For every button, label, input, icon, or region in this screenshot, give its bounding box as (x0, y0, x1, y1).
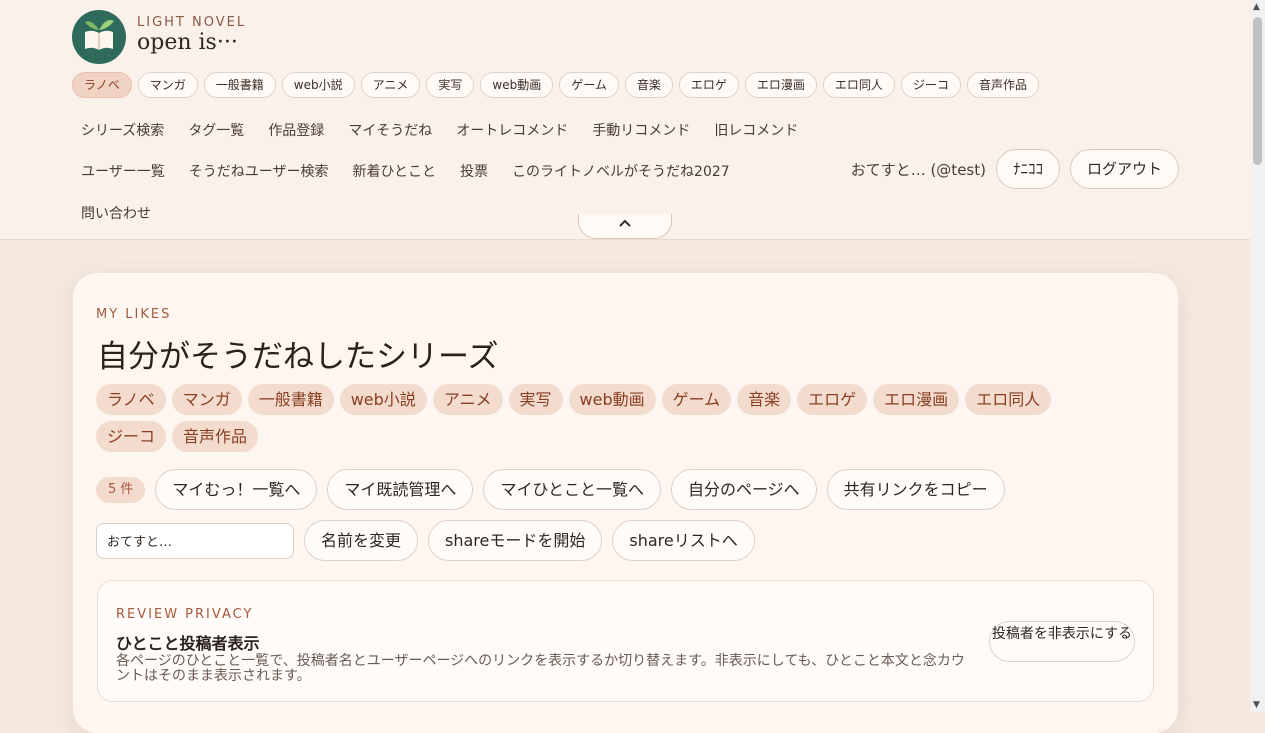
media-filter-tag-7[interactable]: ゲーム (661, 384, 732, 415)
media-filter-tag-13[interactable]: 音声作品 (172, 421, 259, 452)
nav-link-4[interactable]: オートレコメンド (456, 120, 568, 140)
action-row-primary: 5 件 マイむっ！一覧へ マイ既読管理へ マイひとこと一覧へ 自分のページへ 共有リンク… (96, 469, 1005, 510)
nav-link-0[interactable]: シリーズ検索 (81, 120, 164, 140)
share-action-button-2[interactable]: shareリストへ (612, 520, 755, 561)
nav-row-secondary: ユーザー一覧 そうだねユーザー検索 新着ひとこと 投票 このライトノベルがそうだね202… (81, 161, 730, 181)
category-pill-6[interactable]: web動画 (480, 72, 554, 98)
media-filter-tags: ラノベ マンガ 一般書籍 web小説 アニメ 実写 web動画 ゲーム 音楽 エロゲ エロ漫画 エロ同… (96, 384, 1106, 452)
hide-poster-button[interactable]: 投稿者を非表示にする (989, 621, 1135, 662)
category-pill-3[interactable]: web小説 (281, 72, 355, 98)
nav-link-1[interactable]: タグ一覧 (188, 120, 244, 140)
category-pill-1[interactable]: マンガ (137, 72, 198, 98)
nav-link-2[interactable]: 作品登録 (268, 120, 324, 140)
category-pill-0[interactable]: ラノベ (72, 72, 132, 98)
brand-title[interactable]: open is··· (137, 30, 238, 55)
book-logo-icon[interactable] (72, 10, 126, 64)
nav-link-2[interactable]: 新着ひとこと (352, 161, 436, 181)
action-button-3[interactable]: 自分のページへ (670, 469, 817, 510)
media-filter-tag-12[interactable]: ジーコ (96, 421, 167, 452)
nav-link-0[interactable]: 問い合わせ (81, 203, 151, 223)
review-privacy-panel: REVIEW PRIVACY ひとこと投稿者表示 各ページのひとこと一覧で、投稿… (97, 580, 1154, 702)
category-pill-10[interactable]: エロ漫画 (744, 72, 817, 98)
share-action-button-0[interactable]: 名前を変更 (304, 520, 419, 561)
category-pill-8[interactable]: 音楽 (624, 72, 673, 98)
action-button-0[interactable]: マイむっ！一覧へ (155, 469, 318, 510)
user-area: おてすと… (@test) ﾅﾆｺｺ ログアウト (851, 149, 1179, 189)
action-button-2[interactable]: マイひとこと一覧へ (483, 469, 661, 510)
action-button-4[interactable]: 共有リンクをコピー (826, 469, 1005, 510)
brand-subtitle: LIGHT NOVEL (137, 15, 247, 30)
media-filter-tag-1[interactable]: マンガ (171, 384, 242, 415)
privacy-eyebrow: REVIEW PRIVACY (116, 607, 254, 622)
action-button-1[interactable]: マイ既読管理へ (327, 469, 474, 510)
display-name-input[interactable] (96, 522, 294, 559)
my-likes-card: MY LIKES 自分がそうだねしたシリーズ ラノベ マンガ 一般書籍 web小説 アニ… (73, 273, 1178, 733)
media-filter-tag-8[interactable]: 音楽 (737, 384, 792, 415)
site-header: LIGHT NOVEL open is··· ラノベ マンガ 一般書籍 web小説 アニ… (0, 0, 1250, 240)
nav-link-5[interactable]: 手動リコメンド (592, 120, 690, 140)
share-action-button-1[interactable]: shareモードを開始 (428, 520, 603, 561)
category-pill-4[interactable]: アニメ (360, 72, 421, 98)
media-filter-tag-10[interactable]: エロ漫画 (873, 384, 960, 415)
category-pill-9[interactable]: エロゲ (678, 72, 739, 98)
nav-link-1[interactable]: そうだねユーザー検索 (189, 161, 329, 181)
privacy-description: 各ページのひとこと一覧で、投稿者名とユーザーページへのリンクを表示するか切り替え… (116, 653, 965, 684)
media-filter-tag-2[interactable]: 一般書籍 (247, 384, 334, 415)
nico-button[interactable]: ﾅﾆｺｺ (995, 149, 1060, 189)
nav-link-6[interactable]: 旧レコメンド (714, 120, 798, 140)
nav-link-0[interactable]: ユーザー一覧 (81, 161, 165, 181)
media-filter-tag-6[interactable]: web動画 (568, 384, 656, 415)
media-filter-tag-11[interactable]: エロ同人 (965, 384, 1052, 415)
privacy-title: ひとこと投稿者表示 (116, 634, 260, 653)
count-badge: 5 件 (96, 476, 146, 503)
category-pill-11[interactable]: エロ同人 (822, 72, 895, 98)
nav-row-tertiary: 問い合わせ (81, 203, 151, 223)
media-filter-tag-3[interactable]: web小説 (339, 384, 427, 415)
nav-link-3[interactable]: マイそうだね (348, 120, 432, 140)
action-row-secondary: 名前を変更shareモードを開始shareリストへ (96, 520, 755, 561)
scroll-up-icon[interactable]: ▲ (1253, 2, 1260, 12)
nav-link-3[interactable]: 投票 (460, 161, 488, 181)
media-filter-tag-9[interactable]: エロゲ (797, 384, 868, 415)
section-eyebrow: MY LIKES (96, 307, 172, 322)
category-filter-row: ラノベ マンガ 一般書籍 web小説 アニメ 実写 web動画 ゲーム 音楽 エロゲ エロ漫画 エロ同… (72, 72, 1039, 98)
category-pill-13[interactable]: 音声作品 (966, 72, 1039, 98)
logout-button[interactable]: ログアウト (1069, 149, 1179, 189)
nav-row-primary: シリーズ検索 タグ一覧 作品登録 マイそうだね オートレコメンド 手動リコメンド 旧レコメン… (81, 120, 798, 140)
media-filter-tag-0[interactable]: ラノベ (96, 384, 166, 415)
media-filter-tag-5[interactable]: 実写 (508, 384, 563, 415)
scroll-down-icon[interactable]: ▼ (1253, 700, 1260, 710)
page-title: 自分がそうだねしたシリーズ (97, 339, 499, 375)
category-pill-7[interactable]: ゲーム (559, 72, 619, 98)
category-pill-2[interactable]: 一般書籍 (203, 72, 276, 98)
category-pill-5[interactable]: 実写 (426, 72, 475, 98)
user-name: おてすと… (@test) (850, 160, 986, 179)
collapse-header-button[interactable] (578, 214, 672, 239)
nav-link-4[interactable]: このライトノベルがそうだね2027 (512, 161, 730, 181)
page-scrollbar[interactable]: ▲ ▼ (1250, 0, 1265, 712)
category-pill-12[interactable]: ジーコ (900, 72, 961, 98)
chevron-up-icon (619, 219, 631, 227)
media-filter-tag-4[interactable]: アニメ (432, 384, 503, 415)
scroll-thumb[interactable] (1253, 17, 1262, 165)
